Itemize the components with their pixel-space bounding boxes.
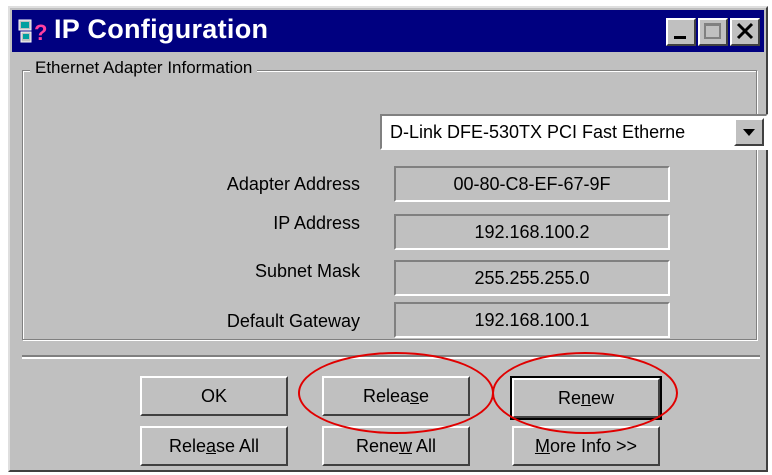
renew-all-button[interactable]: Renew All <box>322 426 470 466</box>
ip-address-label: IP Address <box>273 213 360 233</box>
more-info-label-b: ore Info >> <box>549 436 638 456</box>
window-title: IP Configuration <box>54 14 269 44</box>
more-info-button[interactable]: More Info >> <box>512 426 660 466</box>
maximize-button <box>698 18 728 46</box>
ip-configuration-window: ? IP Configuration Ethernet Adapter Info… <box>8 6 768 472</box>
renew-all-label-a: Rene <box>355 436 399 456</box>
release-all-label-a: Rele <box>168 436 206 456</box>
close-button[interactable] <box>730 18 760 46</box>
svg-text:?: ? <box>34 20 47 45</box>
group-label: Ethernet Adapter Information <box>30 58 258 78</box>
release-label-b: e <box>419 386 430 406</box>
adapter-select-value: D-Link DFE-530TX PCI Fast Etherne <box>390 122 686 142</box>
renew-button[interactable]: Renew <box>510 376 662 420</box>
adapter-address-label: Adapter Address <box>226 174 360 194</box>
minimize-button[interactable] <box>666 18 696 46</box>
adapter-address-value: 00-80-C8-EF-67-9F <box>394 166 670 202</box>
subnet-mask-value: 255.255.255.0 <box>394 260 670 296</box>
renew-all-label-mnemonic: w <box>399 436 412 456</box>
ok-button[interactable]: OK <box>140 376 288 416</box>
release-all-button[interactable]: Release All <box>140 426 288 466</box>
close-icon <box>736 22 754 40</box>
title-bar[interactable]: ? IP Configuration <box>12 10 764 52</box>
release-all-label-mnemonic: a <box>205 436 216 456</box>
chevron-down-icon <box>743 129 755 136</box>
renew-label-a: Re <box>557 388 581 408</box>
release-button[interactable]: Release <box>322 376 470 416</box>
adapter-select[interactable]: D-Link DFE-530TX PCI Fast Etherne <box>380 114 768 150</box>
adapter-select-arrow[interactable] <box>734 118 764 146</box>
subnet-mask-label: Subnet Mask <box>254 261 360 281</box>
default-gateway-value: 192.168.100.1 <box>394 302 670 338</box>
renew-label-mnemonic: n <box>580 388 591 408</box>
default-gateway-label: Default Gateway <box>226 311 360 331</box>
release-label-mnemonic: s <box>410 386 419 406</box>
network-question-icon: ? <box>18 19 47 45</box>
ip-address-value: 192.168.100.2 <box>394 214 670 250</box>
adapter-info-group <box>22 70 757 340</box>
renew-label-b: ew <box>591 388 615 408</box>
minimize-icon <box>674 36 686 39</box>
release-label-a: Relea <box>362 386 410 406</box>
maximize-icon <box>704 23 721 39</box>
release-all-label-b: se All <box>216 436 260 456</box>
divider-highlight <box>22 357 760 359</box>
renew-all-label-b: All <box>412 436 437 456</box>
more-info-label-mnemonic: M <box>534 436 550 456</box>
